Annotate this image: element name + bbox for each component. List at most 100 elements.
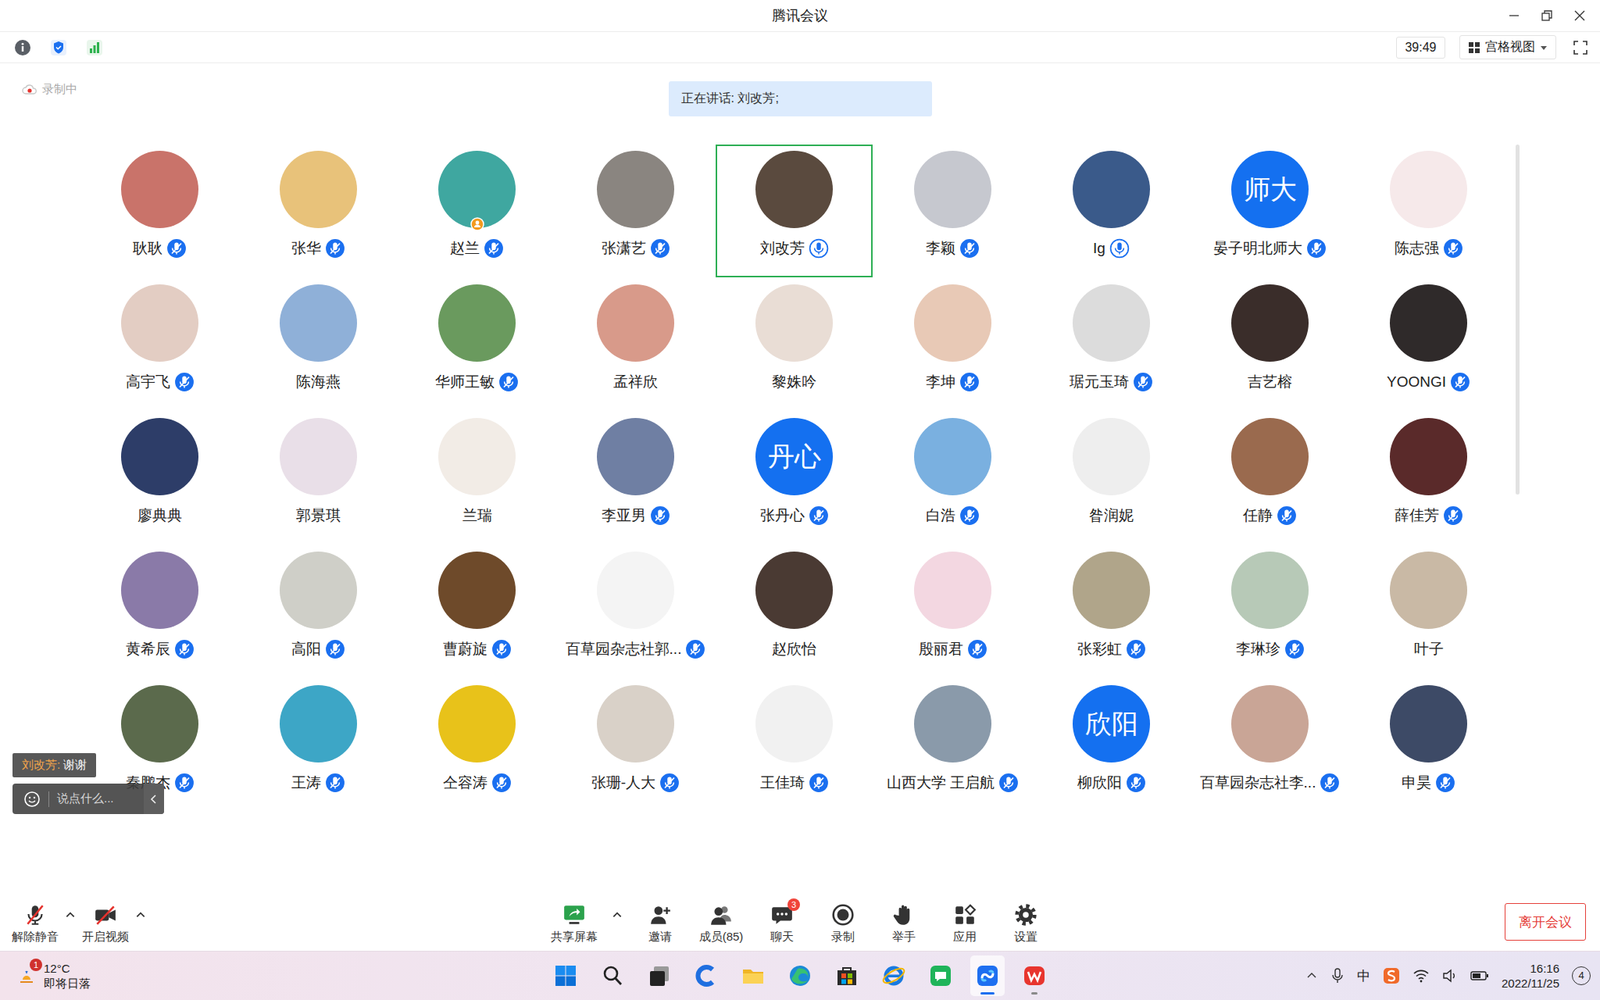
taskview-taskbar-button[interactable] (642, 955, 677, 997)
participant-name: 郭景琪 (296, 505, 341, 526)
participant-tile[interactable]: 李亚男 (557, 411, 715, 545)
chat-input[interactable]: 说点什么... (12, 783, 165, 815)
wifi-icon[interactable] (1412, 967, 1430, 984)
participant-tile[interactable]: 丹心张丹心 (715, 411, 873, 545)
participant-avatar (279, 150, 358, 229)
battery-icon[interactable] (1470, 969, 1490, 983)
store-taskbar-button[interactable] (829, 955, 865, 997)
collapse-chat-button[interactable] (143, 783, 165, 815)
video-control[interactable]: 开启视频 (79, 882, 132, 945)
participant-tile[interactable]: 仝容涛 (398, 678, 556, 812)
participant-tile[interactable]: 耿耿 (81, 144, 239, 278)
participant-tile[interactable]: 孟祥欣 (557, 278, 715, 411)
participant-tile[interactable]: YOONGI (1350, 278, 1508, 411)
options-arrow[interactable] (609, 882, 625, 921)
participant-tile[interactable]: 师大晏子明北师大 (1191, 144, 1349, 278)
participant-tile[interactable]: Ig (1032, 144, 1190, 278)
participant-tile[interactable]: 殷丽君 (874, 545, 1032, 679)
chat-control[interactable]: 3聊天 (756, 882, 808, 945)
participant-tile[interactable]: 王涛 (239, 678, 397, 812)
participant-name: 陈志强 (1394, 238, 1440, 259)
fullscreen-button[interactable] (1570, 37, 1591, 58)
participant-tile[interactable]: 张彩虹 (1032, 545, 1190, 679)
edge-taskbar-button[interactable] (782, 955, 818, 997)
participant-tile[interactable]: 李琳珍 (1191, 545, 1349, 679)
meeting-taskbar-button[interactable] (970, 955, 1005, 997)
tray-expand-icon[interactable] (1305, 969, 1318, 983)
participant-tile[interactable]: 高阳 (239, 545, 397, 679)
minimize-button[interactable] (1504, 6, 1524, 25)
participant-tile[interactable]: 黄希辰 (81, 545, 239, 679)
participant-tile[interactable]: 昝润妮 (1032, 411, 1190, 545)
participant-tile[interactable]: 赵兰 (398, 144, 556, 278)
participant-tile[interactable]: 张珊-人大 (557, 678, 715, 812)
apps-control[interactable]: 应用 (939, 882, 991, 945)
close-button[interactable] (1570, 6, 1590, 25)
participant-tile[interactable]: 任静 (1191, 411, 1349, 545)
info-button[interactable] (12, 37, 33, 58)
invite-control[interactable]: 邀请 (634, 882, 686, 945)
grid-scrollbar[interactable] (1515, 144, 1520, 495)
share-control[interactable]: 共享屏幕 (548, 882, 600, 945)
participant-tile[interactable]: 百草园杂志社李... (1191, 678, 1349, 812)
participant-tile[interactable]: 李颖 (874, 144, 1032, 278)
mic-control[interactable]: 解除静音 (9, 882, 61, 945)
participant-tile[interactable]: 欣阳柳欣阳 (1032, 678, 1190, 812)
participant-tile[interactable]: 郭景琪 (239, 411, 397, 545)
search-taskbar-button[interactable] (595, 955, 630, 997)
participant-tile[interactable]: 叶子 (1350, 545, 1508, 679)
participant-tile[interactable]: 华师王敏 (398, 278, 556, 411)
members-control[interactable]: 成员(85) (695, 882, 747, 945)
participant-name: 廖典典 (137, 505, 183, 526)
participant-tile[interactable]: 白浩 (874, 411, 1032, 545)
participant-tile[interactable]: 吉艺榕 (1191, 278, 1349, 411)
participant-avatar (914, 417, 992, 496)
participant-tile[interactable]: 薛佳芳 (1350, 411, 1508, 545)
participant-avatar (914, 150, 992, 229)
clock[interactable]: 16:162022/11/25 (1501, 960, 1560, 991)
view-switch[interactable]: 宫格视图 (1459, 35, 1557, 60)
notification-count[interactable]: 4 (1571, 966, 1591, 986)
participant-tile[interactable]: 李坤 (874, 278, 1032, 411)
participant-tile[interactable]: 张潇艺 (557, 144, 715, 278)
folder-taskbar-button[interactable] (735, 955, 771, 997)
mic-muted-icon (491, 772, 512, 793)
wps-taskbar-button[interactable] (1017, 955, 1052, 997)
participant-tile[interactable]: 廖典典 (81, 411, 239, 545)
restore-button[interactable] (1537, 6, 1557, 25)
hand-control[interactable]: 举手 (878, 882, 930, 945)
participant-tile[interactable]: 王佳琦 (715, 678, 873, 812)
options-arrow[interactable] (132, 882, 149, 921)
participant-tile[interactable]: 张华 (239, 144, 397, 278)
participant-tile[interactable]: 陈志强 (1350, 144, 1508, 278)
microphone-tray-icon[interactable] (1330, 967, 1345, 984)
green-taskbar-button[interactable] (923, 955, 958, 997)
participant-tile[interactable]: 申昊 (1350, 678, 1508, 812)
security-button[interactable] (48, 37, 69, 58)
participant-tile[interactable]: 陈海燕 (239, 278, 397, 411)
participant-tile[interactable]: 兰瑞 (398, 411, 556, 545)
weather-widget[interactable]: 112°C即将日落 (17, 960, 549, 991)
unread-badge: 3 (787, 898, 800, 911)
settings-control[interactable]: 设置 (1000, 882, 1052, 945)
leave-meeting-button[interactable]: 离开会议 (1504, 903, 1586, 941)
participant-tile[interactable]: 曹蔚旋 (398, 545, 556, 679)
record-control[interactable]: 录制 (817, 882, 869, 945)
speaker-icon[interactable] (1442, 967, 1458, 984)
participant-tile[interactable]: 黎姝吟 (715, 278, 873, 411)
participant-tile[interactable]: 山西大学 王启航 (874, 678, 1032, 812)
sogou-input-icon[interactable] (1382, 967, 1400, 985)
windows-taskbar-button[interactable] (548, 955, 583, 997)
ie-taskbar-button[interactable] (876, 955, 911, 997)
participant-tile[interactable]: 百草园杂志社郭... (557, 545, 715, 679)
participant-name: 华师王敏 (435, 371, 495, 393)
participant-avatar (438, 150, 516, 229)
options-arrow[interactable] (62, 882, 79, 921)
participant-tile[interactable]: 刘改芳 (715, 144, 873, 278)
participant-tile[interactable]: 琚元玉琦 (1032, 278, 1190, 411)
assistant-taskbar-button[interactable] (689, 955, 724, 997)
participant-tile[interactable]: 赵欣怡 (715, 545, 873, 679)
participant-tile[interactable]: 高宇飞 (81, 278, 239, 411)
input-method-indicator[interactable]: 中 (1357, 967, 1371, 986)
network-button[interactable] (84, 37, 105, 58)
